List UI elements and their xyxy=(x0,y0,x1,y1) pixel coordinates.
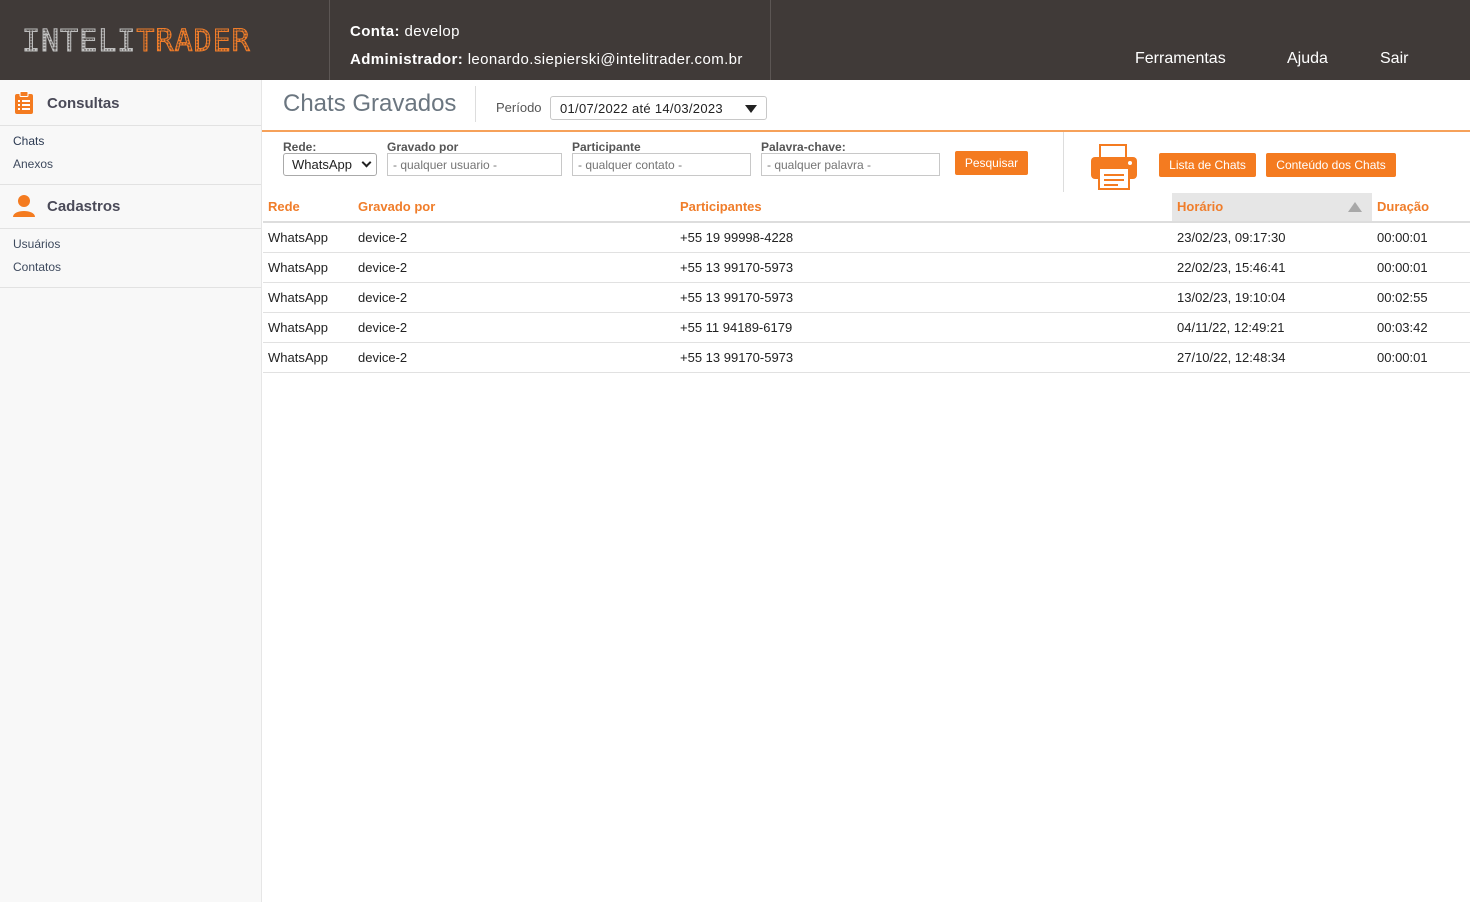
gravado-por-label: Gravado por xyxy=(387,140,459,154)
cell-participantes: +55 11 94189-6179 xyxy=(680,320,793,335)
table-row[interactable]: WhatsApp device-2 +55 13 99170-5973 22/0… xyxy=(263,253,1470,283)
page-title: Chats Gravados xyxy=(283,90,457,117)
column-header-duracao[interactable]: Duração xyxy=(1372,193,1470,221)
cell-participantes: +55 13 99170-5973 xyxy=(680,350,794,365)
pesquisar-button[interactable]: Pesquisar xyxy=(955,151,1028,175)
cell-duracao: 00:00:01 xyxy=(1377,350,1428,365)
account-info: Conta: develop Administrador: leonardo.s… xyxy=(350,18,743,74)
cell-participantes: +55 13 99170-5973 xyxy=(680,260,794,275)
sidebar-item-usuarios[interactable]: Usuários xyxy=(13,233,261,256)
admin-email: leonardo.siepierski@intelitrader.com.br xyxy=(467,51,743,68)
intelitrader-logo[interactable]: INTELI TRADER xyxy=(21,24,251,60)
cell-rede: WhatsApp xyxy=(268,230,328,245)
table-header: Rede Gravado por Participantes Horário D… xyxy=(263,193,1470,223)
admin-label: Administrador: xyxy=(350,51,464,68)
cell-gravado-por: device-2 xyxy=(358,350,408,365)
conteudo-dos-chats-button[interactable]: Conteúdo dos Chats xyxy=(1266,153,1396,177)
column-header-gravado-por[interactable]: Gravado por xyxy=(353,193,675,221)
palavra-chave-label: Palavra-chave: xyxy=(761,140,846,154)
table-row[interactable]: WhatsApp device-2 +55 13 99170-5973 13/0… xyxy=(263,283,1470,313)
cell-gravado-por: device-2 xyxy=(358,290,408,305)
participante-input[interactable] xyxy=(572,153,751,176)
cell-horario: 13/02/23, 19:10:04 xyxy=(1177,290,1286,305)
table-row[interactable]: WhatsApp device-2 +55 19 99998-4228 23/0… xyxy=(263,223,1470,253)
header-divider xyxy=(329,0,330,80)
cell-gravado-por: device-2 xyxy=(358,260,408,275)
top-header: INTELI TRADER Conta: develop Administrad… xyxy=(0,0,1470,80)
header-divider xyxy=(770,0,771,80)
divider-line xyxy=(262,130,1470,132)
cell-duracao: 00:02:55 xyxy=(1377,290,1428,305)
cell-rede: WhatsApp xyxy=(268,350,328,365)
sort-ascending-icon xyxy=(1348,202,1362,212)
chevron-down-icon xyxy=(361,157,372,168)
periodo-label: Período xyxy=(496,100,542,115)
sidebar-item-chats[interactable]: Chats xyxy=(13,130,261,153)
sidebar-section-consultas: Consultas Chats Anexos xyxy=(0,80,261,185)
column-header-rede[interactable]: Rede xyxy=(263,193,353,221)
cell-rede: WhatsApp xyxy=(268,290,328,305)
sidebar: Consultas Chats Anexos Cadastros Usuário… xyxy=(0,80,262,902)
cell-duracao: 00:00:01 xyxy=(1377,230,1428,245)
printer-icon[interactable] xyxy=(1090,144,1138,190)
title-divider xyxy=(475,86,476,122)
table-row[interactable]: WhatsApp device-2 +55 11 94189-6179 04/1… xyxy=(263,313,1470,343)
palavra-chave-input[interactable] xyxy=(761,153,940,176)
logo-text-inteli: INTELI xyxy=(21,24,137,60)
periodo-value: 01/07/2022 até 14/03/2023 xyxy=(560,101,723,116)
column-header-participantes[interactable]: Participantes xyxy=(675,193,1172,221)
rede-select[interactable]: WhatsApp xyxy=(283,153,377,176)
cell-participantes: +55 13 99170-5973 xyxy=(680,290,794,305)
sidebar-section-cadastros: Cadastros Usuários Contatos xyxy=(0,183,261,288)
cell-horario: 04/11/22, 12:49:21 xyxy=(1177,320,1285,335)
cell-rede: WhatsApp xyxy=(268,260,328,275)
nav-ajuda[interactable]: Ajuda xyxy=(1287,50,1328,68)
logo-text-trader: TRADER xyxy=(136,24,251,60)
nav-ferramentas[interactable]: Ferramentas xyxy=(1135,50,1226,68)
sidebar-item-contatos[interactable]: Contatos xyxy=(13,256,261,279)
cell-gravado-por: device-2 xyxy=(358,320,408,335)
sidebar-list-cadastros: Usuários Contatos xyxy=(0,229,261,288)
lista-de-chats-button[interactable]: Lista de Chats xyxy=(1159,153,1256,177)
cell-horario: 27/10/22, 12:48:34 xyxy=(1177,350,1286,365)
account-label: Conta: xyxy=(350,23,400,40)
caret-down-icon xyxy=(745,105,757,113)
periodo-dropdown[interactable]: 01/07/2022 até 14/03/2023 xyxy=(550,96,767,120)
sidebar-header-cadastros[interactable]: Cadastros xyxy=(0,183,261,229)
sidebar-header-consultas[interactable]: Consultas xyxy=(0,80,261,126)
filter-divider xyxy=(1063,132,1064,192)
user-icon xyxy=(13,195,35,217)
cell-horario: 22/02/23, 15:46:41 xyxy=(1177,260,1286,275)
cell-duracao: 00:00:01 xyxy=(1377,260,1428,275)
cell-duracao: 00:03:42 xyxy=(1377,320,1428,335)
sidebar-item-anexos[interactable]: Anexos xyxy=(13,153,261,176)
gravado-por-input[interactable] xyxy=(387,153,562,176)
cell-gravado-por: device-2 xyxy=(358,230,408,245)
rede-label: Rede: xyxy=(283,140,317,154)
table-row[interactable]: WhatsApp device-2 +55 13 99170-5973 27/1… xyxy=(263,343,1470,373)
table-body: WhatsApp device-2 +55 19 99998-4228 23/0… xyxy=(263,223,1470,373)
nav-sair[interactable]: Sair xyxy=(1380,50,1408,68)
sidebar-list-consultas: Chats Anexos xyxy=(0,126,261,185)
sidebar-title-cadastros: Cadastros xyxy=(47,198,121,215)
participante-label: Participante xyxy=(572,140,641,154)
column-header-horario[interactable]: Horário xyxy=(1172,193,1372,221)
chats-table: Rede Gravado por Participantes Horário D… xyxy=(263,193,1470,373)
clipboard-icon xyxy=(15,91,33,114)
cell-horario: 23/02/23, 09:17:30 xyxy=(1177,230,1286,245)
account-value: develop xyxy=(404,23,460,40)
sidebar-title-consultas: Consultas xyxy=(47,95,120,112)
column-header-horario-label: Horário xyxy=(1177,199,1224,214)
cell-participantes: +55 19 99998-4228 xyxy=(680,230,794,245)
cell-rede: WhatsApp xyxy=(268,320,328,335)
rede-select-value: WhatsApp xyxy=(292,157,352,172)
